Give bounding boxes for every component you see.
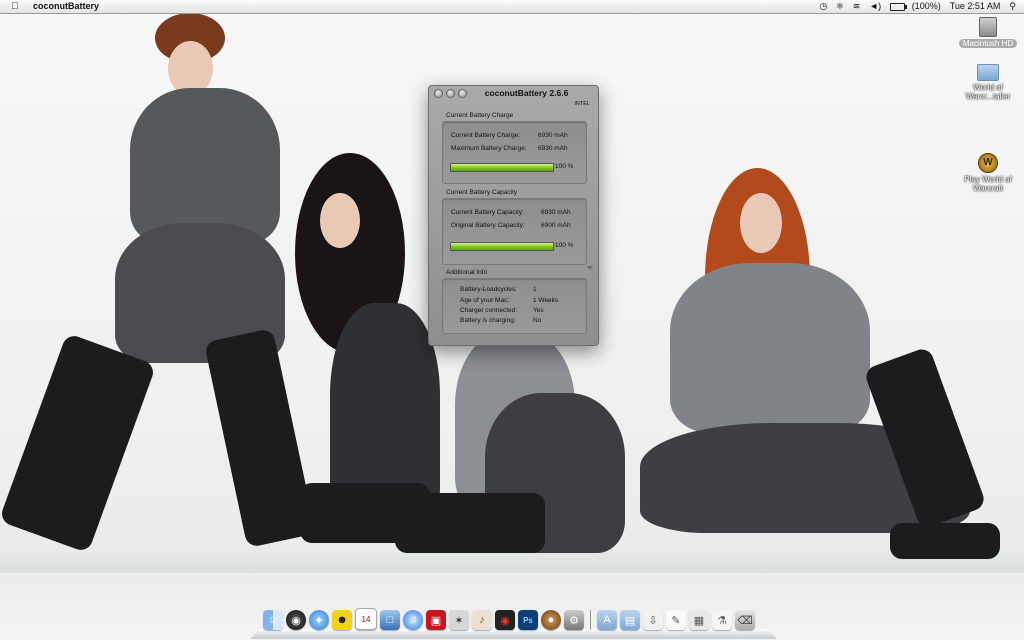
info-group: Battery-Loadcycles: 1 Age of your Mac: 1… (442, 278, 587, 334)
star-icon[interactable]: ✶ (449, 610, 469, 630)
battery-menu[interactable]: (100%) (890, 0, 941, 13)
info-value: 1 (533, 286, 537, 293)
dock-icons: ☺ ◉ ✦ ☻ 14 □ ♫ ▣ ✶ ♪ ◉ Ps ● ⚙ A ▤ ⇩ ✎ ▦ … (263, 608, 755, 630)
max-charge-value: 6930 mAh (538, 145, 568, 152)
hard-drive-icon (979, 17, 997, 37)
battery-percent: (100%) (911, 1, 941, 11)
capacity-progress-fill (451, 243, 553, 250)
wallpaper-figure-1 (0, 13, 320, 558)
dock-separator (590, 610, 591, 630)
charge-progress-bar (450, 163, 554, 172)
info-label: Charger connected: (460, 307, 518, 314)
desktop-icon-wow-installer[interactable]: World of Warcr...taller (953, 64, 1023, 101)
textedit-icon[interactable]: ✎ (666, 610, 686, 630)
documents-folder-icon[interactable]: ▤ (620, 610, 640, 630)
info-section-title: Additional Info (446, 269, 488, 276)
dock: ☺ ◉ ✦ ☻ 14 □ ♫ ▣ ✶ ♪ ◉ Ps ● ⚙ A ▤ ⇩ ✎ ▦ … (250, 606, 777, 640)
charge-percent: 100 % (555, 163, 574, 170)
guitar-icon[interactable]: ♪ (472, 610, 492, 630)
desktop-icon-label: Macintosh HD (958, 39, 1018, 48)
preferences-icon[interactable]: ⚙ (564, 610, 584, 630)
info-label: Age of your Mac: (460, 297, 510, 304)
bluetooth-icon[interactable]: ✱ (836, 0, 844, 13)
status-menu-area: ◷ ✱ ≋ ◄) (100%) Tue 2:51 AM ⚲ (819, 0, 1016, 13)
info-label: Battery is charging: (460, 317, 516, 324)
safari-icon[interactable]: ✦ (309, 610, 329, 630)
info-label: Battery-Loadcycles: (460, 286, 518, 293)
preview-icon[interactable]: ▦ (689, 610, 709, 630)
charge-section-title: Current Battery Charge (446, 112, 514, 119)
coconutbattery-window: coconutBattery 2.6.6 INTEL Current Batte… (428, 85, 599, 346)
capacity-group: Current Battery Capacity: 6930 mAh Origi… (442, 198, 587, 265)
wow-icon: W (978, 153, 998, 173)
desktop-icon-macintosh-hd[interactable]: Macintosh HD (953, 17, 1023, 48)
original-capacity-label: Original Battery Capacity: (451, 222, 525, 229)
window-titlebar[interactable]: coconutBattery 2.6.6 (429, 86, 598, 100)
wifi-icon[interactable]: ≋ (853, 0, 861, 13)
script-icon[interactable]: ⚗ (712, 610, 732, 630)
wallpaper-figure-4 (600, 163, 1010, 573)
trash-icon[interactable]: ⌫ (735, 610, 755, 630)
capacity-progress-bar (450, 242, 554, 251)
charge-progress-fill (451, 164, 553, 171)
antivirus-icon[interactable]: ◉ (495, 610, 515, 630)
current-charge-value: 6930 mAh (538, 132, 568, 139)
menu-bar:  coconutBattery ◷ ✱ ≋ ◄) (100%) Tue 2:5… (0, 0, 1024, 14)
current-charge-label: Current Battery Charge: (451, 132, 521, 139)
info-value: No (533, 317, 542, 324)
applications-folder-icon[interactable]: A (597, 610, 617, 630)
charge-group: Current Battery Charge: 6930 mAh Maximum… (442, 121, 587, 184)
disclosure-triangle-icon[interactable] (587, 266, 593, 270)
desktop-icon-label: World of Warcr...taller (965, 83, 1011, 101)
window-title: coconutBattery 2.6.6 (484, 88, 569, 98)
itunes-icon[interactable]: ♫ (403, 610, 423, 630)
clock[interactable]: Tue 2:51 AM (950, 0, 1001, 13)
original-capacity-value: 6900 mAh (541, 222, 571, 229)
info-value: 1 Weeks (533, 297, 559, 304)
desktop-icon-play-wow[interactable]: W Play World of Warcraft (953, 153, 1023, 193)
app-menu-name[interactable]: coconutBattery (33, 0, 99, 13)
current-capacity-label: Current Battery Capacity: (451, 209, 524, 216)
capacity-section-title: Current Battery Capacity (446, 189, 518, 196)
finder-icon[interactable]: ☺ (263, 610, 283, 630)
volume-icon[interactable]: ◄) (869, 0, 881, 13)
ical-icon[interactable]: 14 (355, 608, 377, 630)
info-value: Yes (533, 307, 544, 314)
battery-icon (890, 2, 908, 11)
arch-label: INTEL (574, 101, 590, 107)
coconutbattery-icon[interactable]: ● (541, 610, 561, 630)
photoshop-icon[interactable]: Ps (518, 610, 538, 630)
max-charge-label: Maximum Battery Charge: (451, 145, 527, 152)
photo-booth-icon[interactable]: ▣ (426, 610, 446, 630)
iphoto-icon[interactable]: □ (380, 610, 400, 630)
apple-icon[interactable]:  (11, 0, 19, 13)
aim-icon[interactable]: ☻ (332, 610, 352, 630)
current-capacity-value: 6930 mAh (541, 209, 571, 216)
downloads-icon[interactable]: ⇩ (643, 610, 663, 630)
folder-icon (977, 64, 999, 81)
desktop-icon-label: Play World of Warcraft (964, 175, 1012, 193)
time-machine-icon[interactable]: ◷ (819, 0, 827, 13)
dashboard-icon[interactable]: ◉ (286, 610, 306, 630)
spotlight-icon[interactable]: ⚲ (1009, 0, 1016, 13)
capacity-percent: 100 % (555, 242, 574, 249)
